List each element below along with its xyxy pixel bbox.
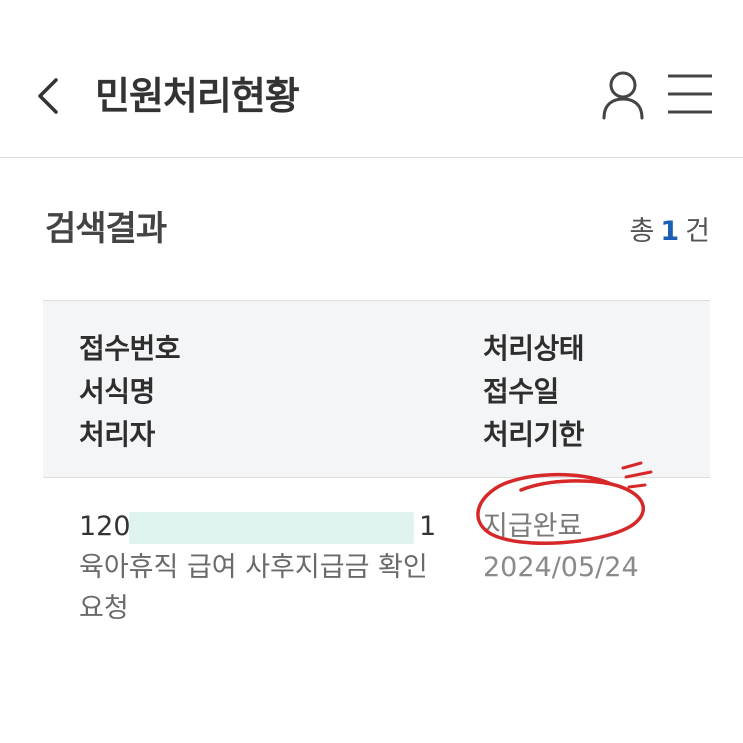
row-right-cell: 지급완료 2024/05/24 (483, 506, 639, 588)
results-title: 검색결과 (45, 209, 167, 249)
header-handler: 처리자 (79, 418, 155, 451)
user-button[interactable] (600, 68, 646, 122)
receipt-number: 120 1 (79, 506, 439, 547)
header-receipt-no: 접수번호 (79, 332, 181, 365)
count-prefix: 총 (629, 216, 655, 247)
header-left-column: 접수번호 서식명 처리자 (79, 327, 181, 456)
received-date: 2024/05/24 (483, 552, 639, 583)
form-name: 육아휴직 급여 사후지급금 확인 요청 (79, 552, 428, 624)
table-header: 접수번호 서식명 처리자 처리상태 접수일 처리기한 (43, 300, 710, 478)
row-left-cell: 120 1 육아휴직 급여 사후지급금 확인 요청 (79, 506, 439, 629)
hamburger-menu-icon (668, 74, 712, 114)
receipt-number-end: 1 (419, 511, 437, 542)
app-header: 민원처리현황 (0, 0, 743, 158)
chevron-left-icon (38, 78, 58, 114)
status-label: 지급완료 (483, 511, 583, 542)
user-icon (602, 71, 644, 120)
count-number: 1 (660, 216, 680, 247)
menu-button[interactable] (666, 72, 714, 116)
header-right-column: 처리상태 접수일 처리기한 (483, 327, 585, 456)
header-deadline: 처리기한 (483, 418, 585, 451)
header-received-date: 접수일 (483, 375, 559, 408)
header-status: 처리상태 (483, 332, 585, 365)
back-button[interactable] (30, 72, 70, 120)
count-suffix: 건 (685, 216, 710, 247)
results-count: 총1건 (630, 212, 710, 252)
header-form-name: 서식명 (79, 375, 155, 408)
table-row[interactable]: 120 1 육아휴직 급여 사후지급금 확인 요청 지급완료 2024/05/2… (43, 461, 710, 648)
redaction-mark (129, 512, 414, 544)
page-title: 민원처리현황 (95, 74, 300, 118)
receipt-number-start: 120 (79, 511, 131, 542)
